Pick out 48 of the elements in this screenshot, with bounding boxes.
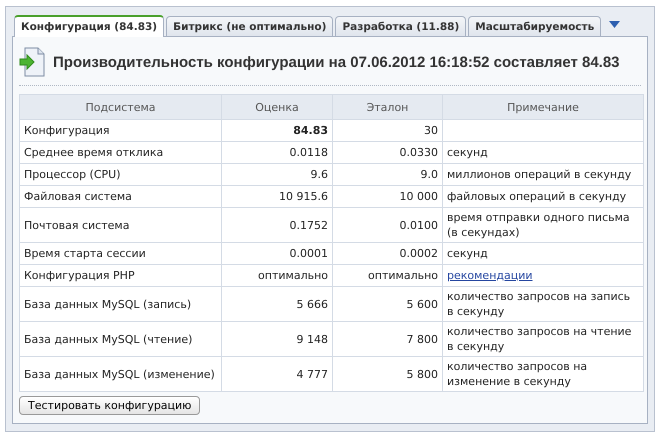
table-cell: 10 000 <box>332 186 442 208</box>
table-cell: Среднее время отклика <box>20 142 222 164</box>
table-cell: База данных MySQL (запись) <box>20 286 222 322</box>
table-cell: 4 777 <box>222 356 332 392</box>
table-cell: Конфигурация <box>20 120 222 142</box>
table-cell: миллионов операций в секунду <box>442 164 644 186</box>
table-cell: 0.0001 <box>222 242 332 264</box>
table-cell: 5 800 <box>332 356 442 392</box>
table-cell: количество запросов на чтение в секунду <box>442 322 644 356</box>
table-cell: 30 <box>332 120 442 142</box>
table-cell: База данных MySQL (чтение) <box>20 322 222 356</box>
column-header: Подсистема <box>20 94 222 120</box>
table-cell: Конфигурация PHP <box>20 264 222 286</box>
column-header: Оценка <box>222 94 332 120</box>
table-cell: Почтовая система <box>20 208 222 242</box>
table-cell: 5 666 <box>222 286 332 322</box>
page-heading: Производительность конфигурации на 07.06.2012 16:18:52 составляет 84.83 <box>53 54 620 70</box>
table-cell: Файловая система <box>20 186 222 208</box>
table-cell: 0.0002 <box>332 242 442 264</box>
table-cell: секунд <box>442 242 644 264</box>
table-cell: 0.0100 <box>332 208 442 242</box>
table-cell: 0.0330 <box>332 142 442 164</box>
column-header: Примечание <box>442 94 644 120</box>
tab[interactable]: Конфигурация (84.83) <box>14 15 164 37</box>
table-cell: время отправки одного письма (в секундах) <box>442 208 644 242</box>
tab[interactable]: Масштабируемость <box>468 16 602 36</box>
table-cell: Время старта сессии <box>20 242 222 264</box>
table-cell: 5 600 <box>332 286 442 322</box>
table-cell: файловых операций в секунду <box>442 186 644 208</box>
table-cell: количество запросов на изменение в секунду <box>442 356 644 392</box>
column-header: Эталон <box>332 94 442 120</box>
table-cell: База данных MySQL (изменение) <box>20 356 222 392</box>
tab[interactable]: Битрикс (не оптимально) <box>166 16 334 36</box>
test-configuration-button[interactable]: Тестировать конфигурацию <box>19 396 200 415</box>
table-cell: 0.0118 <box>222 142 332 164</box>
table-cell: Процессор (CPU) <box>20 164 222 186</box>
table-cell: 9.0 <box>332 164 442 186</box>
table-cell: количество запросов на запись в секунду <box>442 286 644 322</box>
table-cell: 0.1752 <box>222 208 332 242</box>
table-cell: оптимально <box>332 264 442 286</box>
table-cell: 84.83 <box>222 120 332 142</box>
table-cell: 10 915.6 <box>222 186 332 208</box>
table-cell: 9.6 <box>222 164 332 186</box>
table-cell: секунд <box>442 142 644 164</box>
table-cell: 9 148 <box>222 322 332 356</box>
table-cell: 7 800 <box>332 322 442 356</box>
tab[interactable]: Разработка (11.88) <box>335 16 466 36</box>
table-cell: оптимально <box>222 264 332 286</box>
